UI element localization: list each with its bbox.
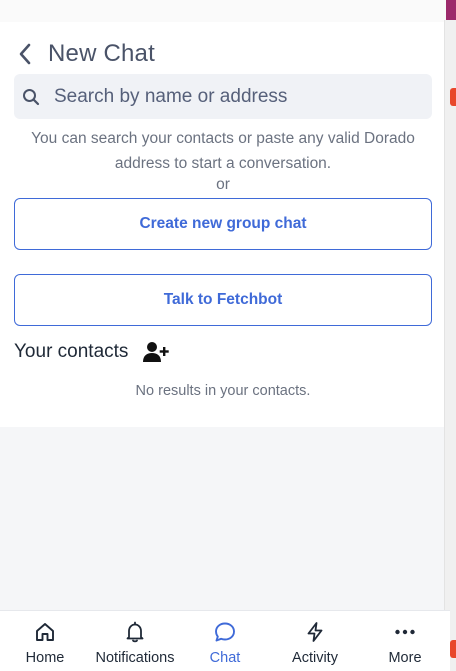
home-icon xyxy=(33,620,57,644)
background-page-edge xyxy=(444,20,456,671)
nav-item-chat[interactable]: Chat xyxy=(180,611,270,671)
help-text: You can search your contacts or paste an… xyxy=(31,130,415,172)
chat-icon xyxy=(213,620,237,644)
bell-icon xyxy=(123,620,147,644)
background-badge xyxy=(450,640,456,658)
bottom-nav: Home Notifications Chat Activity More xyxy=(0,610,450,671)
chevron-left-icon xyxy=(19,43,31,65)
new-chat-panel: New Chat You can search your contacts or… xyxy=(0,22,444,427)
nav-label: Notifications xyxy=(95,650,175,666)
nav-item-home[interactable]: Home xyxy=(0,611,90,671)
header: New Chat xyxy=(14,40,155,68)
back-button[interactable] xyxy=(14,41,36,67)
background-badge xyxy=(450,88,456,106)
nav-item-activity[interactable]: Activity xyxy=(270,611,360,671)
more-icon xyxy=(393,620,417,644)
talk-to-fetchbot-button[interactable]: Talk to Fetchbot xyxy=(14,274,432,326)
nav-label: Home xyxy=(25,650,65,666)
contacts-empty-state: No results in your contacts. xyxy=(135,383,311,399)
nav-item-notifications[interactable]: Notifications xyxy=(90,611,180,671)
search-input[interactable] xyxy=(54,85,414,108)
add-contact-button[interactable] xyxy=(142,340,170,364)
nav-label: Activity xyxy=(292,650,338,666)
background-accent xyxy=(446,0,456,20)
nav-item-more[interactable]: More xyxy=(360,611,450,671)
add-user-icon xyxy=(143,342,170,362)
app-screen: New Chat You can search your contacts or… xyxy=(0,0,456,671)
lightning-icon xyxy=(303,620,327,644)
background-top xyxy=(0,0,456,22)
create-group-chat-button[interactable]: Create new group chat xyxy=(14,198,432,250)
or-divider: or xyxy=(216,176,230,193)
page-title: New Chat xyxy=(48,40,155,67)
search-bar[interactable] xyxy=(14,74,432,119)
search-icon xyxy=(22,88,40,106)
nav-label: More xyxy=(388,650,422,666)
contacts-header: Your contacts xyxy=(14,340,170,364)
contacts-heading: Your contacts xyxy=(14,341,129,362)
nav-label: Chat xyxy=(209,650,241,666)
